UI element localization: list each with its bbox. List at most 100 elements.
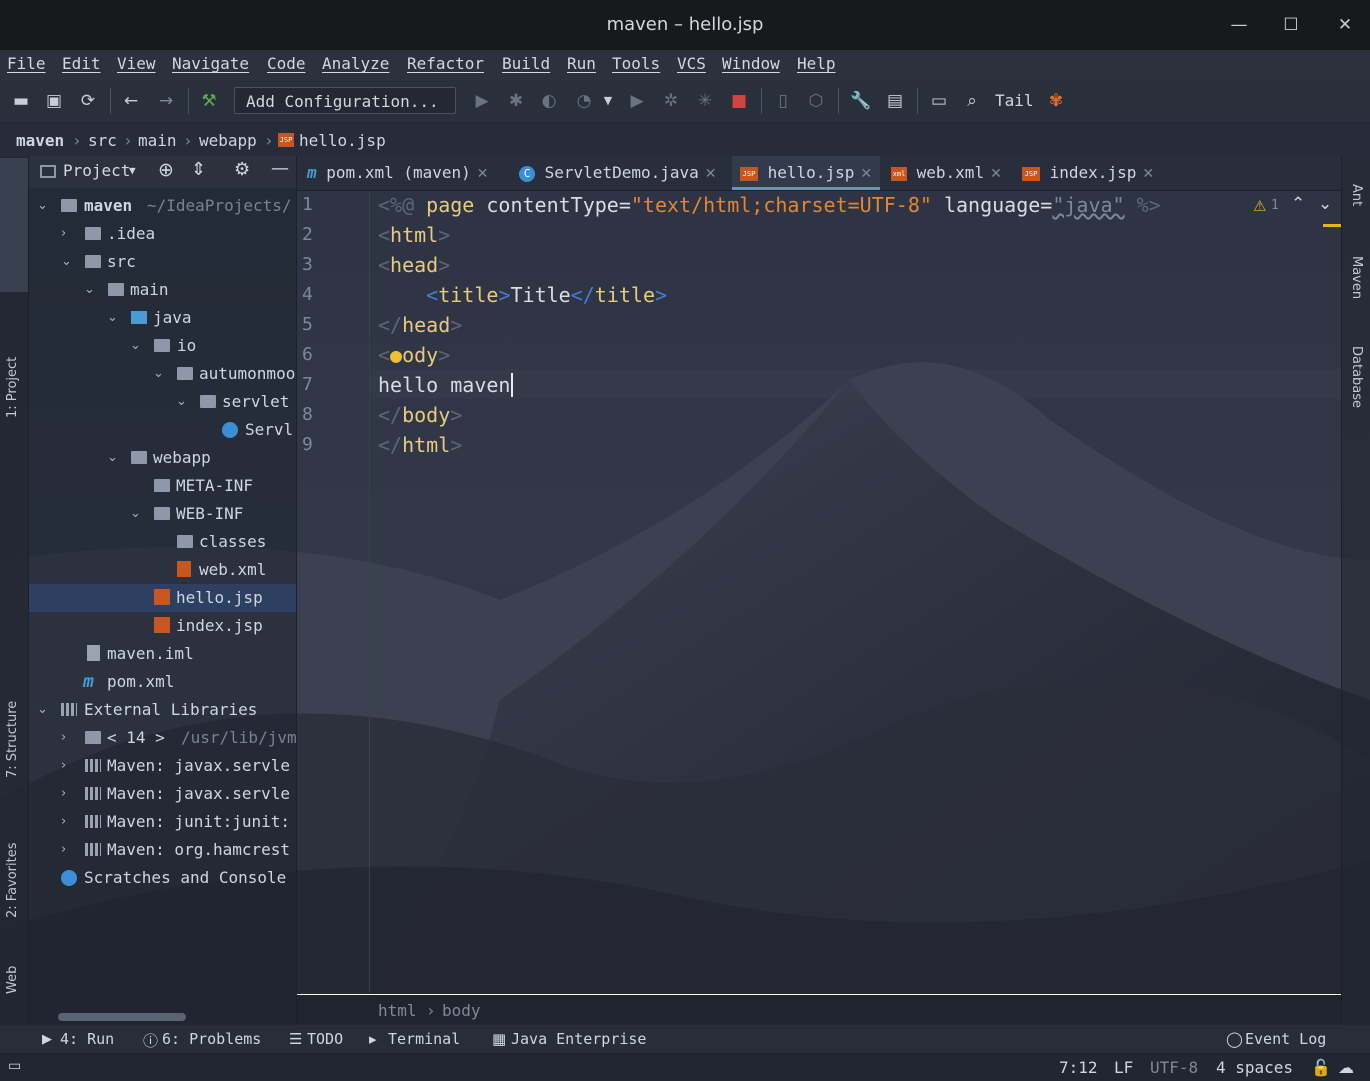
save-icon[interactable]: ▣ [43, 90, 65, 112]
tree-item-hello-jsp[interactable]: hello.jsp [29, 584, 296, 612]
terminal-window-icon[interactable]: ▭ [928, 90, 950, 112]
tree-item-maven[interactable]: ⌄ maven ~/IdeaProjects/ [29, 192, 296, 220]
tab-hello-jsp[interactable]: JSP hello.jsp ✕ [732, 156, 881, 190]
build-hammer-icon[interactable]: ⚒ [198, 90, 220, 112]
tab-web-xml[interactable]: xml web.xml ✕ [891, 156, 1002, 190]
project-structure-icon[interactable]: ▤ [884, 90, 906, 112]
back-arrow-icon[interactable]: ← [120, 90, 142, 112]
menu-help[interactable]: Help [797, 54, 836, 73]
menu-view[interactable]: View [117, 54, 156, 73]
line-separator[interactable]: LF [1114, 1058, 1133, 1077]
sync-icon[interactable]: ⟳ [77, 90, 99, 112]
tab-servletdemo-java[interactable]: C ServletDemo.java ✕ [519, 156, 717, 190]
tab-index-jsp[interactable]: JSP index.jsp ✕ [1022, 156, 1154, 190]
close-icon[interactable]: ✕ [1142, 166, 1154, 182]
dropdown-chevron-icon[interactable]: ▼ [597, 90, 619, 112]
maven-tool-tab[interactable]: Maven [1349, 256, 1364, 299]
code-editor[interactable]: 1 2 3 4 5 6 7 8 9 <%@ page contentType="… [297, 191, 1341, 993]
close-icon[interactable]: ✕ [860, 166, 872, 182]
tail-label[interactable]: Tail [995, 91, 1034, 110]
chevron-right-icon[interactable]: › [61, 220, 75, 248]
chevron-down-icon[interactable]: ⌄ [130, 332, 144, 360]
tree-item-classes[interactable]: classes [29, 528, 296, 556]
tree-item-java[interactable]: ⌄ java [29, 304, 296, 332]
chevron-down-icon[interactable]: ⌄ [61, 248, 75, 276]
tree-item-meta-inf[interactable]: META-INF [29, 472, 296, 500]
tree-item-maven-lib[interactable]: › Maven: javax.servle [29, 752, 296, 780]
chevron-right-icon[interactable]: › [61, 780, 75, 808]
close-window-button[interactable]: ✕ [1332, 12, 1358, 38]
menu-vcs[interactable]: VCS [677, 54, 706, 73]
tree-item-servlet[interactable]: ⌄ servlet [29, 388, 296, 416]
tree-item-scratches[interactable]: Scratches and Console [29, 864, 296, 892]
coverage-icon[interactable]: ◐ [538, 90, 560, 112]
close-icon[interactable]: ✕ [477, 166, 489, 182]
chevron-down-icon[interactable]: ▼ [129, 164, 136, 177]
debug-icon[interactable]: ✱ [505, 90, 527, 112]
lock-icon[interactable]: 🔓 [1311, 1058, 1331, 1077]
chevron-down-icon[interactable]: ⌄ [84, 276, 98, 304]
indent-setting[interactable]: 4 spaces [1216, 1058, 1293, 1077]
tail-plugin-icon[interactable]: ✾ [1045, 90, 1067, 112]
hector-inspector-icon[interactable]: ☁ [1338, 1058, 1354, 1077]
chevron-right-icon[interactable]: › [61, 836, 75, 864]
terminal-tool-button[interactable]: Terminal [388, 1030, 460, 1048]
close-icon[interactable]: ✕ [705, 166, 717, 182]
tree-item-src[interactable]: ⌄ src [29, 248, 296, 276]
chevron-down-icon[interactable]: ⌄ [107, 304, 121, 332]
project-tool-tab[interactable]: 1: Project [5, 357, 20, 418]
attach-debugger-icon[interactable]: ✲ [660, 90, 682, 112]
settings-wrench-icon[interactable]: 🔧 [850, 90, 872, 112]
run-icon[interactable]: ▶ [471, 90, 493, 112]
menu-navigate[interactable]: Navigate [172, 54, 249, 73]
tree-item-main[interactable]: ⌄ main [29, 276, 296, 304]
run-with-coverage-icon[interactable]: ✳ [694, 90, 716, 112]
forward-arrow-icon[interactable]: → [155, 90, 177, 112]
profile-icon[interactable]: ◔ [573, 90, 595, 112]
collapse-all-icon[interactable]: ⇕ [191, 159, 206, 180]
project-view-selector[interactable]: Project [63, 161, 130, 180]
tree-item-pom-xml[interactable]: m pom.xml [29, 668, 296, 696]
chevron-down-icon[interactable]: ⌄ [153, 360, 167, 388]
tree-item-jdk-14[interactable]: › < 14 > /usr/lib/jvm [29, 724, 296, 752]
breadcrumb-maven[interactable]: maven [16, 131, 64, 150]
hide-panel-icon[interactable]: — [271, 158, 289, 179]
tree-item-servletdemo[interactable]: Servl [29, 416, 296, 444]
breadcrumb-html[interactable]: html [378, 1001, 417, 1020]
menu-build[interactable]: Build [502, 54, 550, 73]
menu-file[interactable]: File [7, 54, 46, 73]
tree-item-io[interactable]: ⌄ io [29, 332, 296, 360]
menu-refactor[interactable]: Refactor [407, 54, 484, 73]
gear-icon[interactable]: ⚙ [234, 159, 250, 180]
tree-item-idea[interactable]: › .idea [29, 220, 296, 248]
locate-target-icon[interactable]: ⊕ [158, 159, 174, 181]
breadcrumb-body[interactable]: body [442, 1001, 481, 1020]
structure-tool-tab[interactable]: 7: Structure [5, 701, 20, 778]
menu-analyze[interactable]: Analyze [322, 54, 389, 73]
tree-item-index-jsp[interactable]: index.jsp [29, 612, 296, 640]
tree-item-maven-iml[interactable]: maven.iml [29, 640, 296, 668]
tree-item-maven-lib[interactable]: › Maven: junit:junit: [29, 808, 296, 836]
tree-item-maven-lib[interactable]: › Maven: org.hamcrest [29, 836, 296, 864]
event-log-tool-button[interactable]: Event Log [1245, 1030, 1326, 1048]
breadcrumb-webapp[interactable]: webapp [199, 131, 257, 150]
chevron-up-icon[interactable]: ⌃ [1291, 194, 1305, 214]
chevron-down-icon[interactable]: ⌄ [1318, 194, 1332, 214]
maximize-button[interactable]: ☐ [1278, 12, 1304, 38]
menu-window[interactable]: Window [722, 54, 780, 73]
tree-item-autumonmoo[interactable]: ⌄ autumonmoo [29, 360, 296, 388]
todo-tool-button[interactable]: TODO [307, 1030, 343, 1048]
breadcrumb-main[interactable]: main [138, 131, 177, 150]
warning-icon[interactable]: ⚠ [1253, 197, 1266, 215]
add-configuration-button[interactable]: Add Configuration... [234, 87, 456, 114]
menu-tools[interactable]: Tools [612, 54, 660, 73]
menu-run[interactable]: Run [567, 54, 596, 73]
chevron-right-icon[interactable]: › [61, 752, 75, 780]
chevron-down-icon[interactable]: ⌄ [37, 192, 51, 220]
close-icon[interactable]: ✕ [990, 166, 1002, 182]
run-tool-button[interactable]: 4: Run [60, 1030, 114, 1048]
chevron-down-icon[interactable]: ⌄ [107, 444, 121, 472]
toggle-tool-windows-icon[interactable]: ▭ [8, 1058, 21, 1074]
stop-icon[interactable]: ■ [728, 90, 750, 112]
chevron-down-icon[interactable]: ⌄ [176, 388, 190, 416]
